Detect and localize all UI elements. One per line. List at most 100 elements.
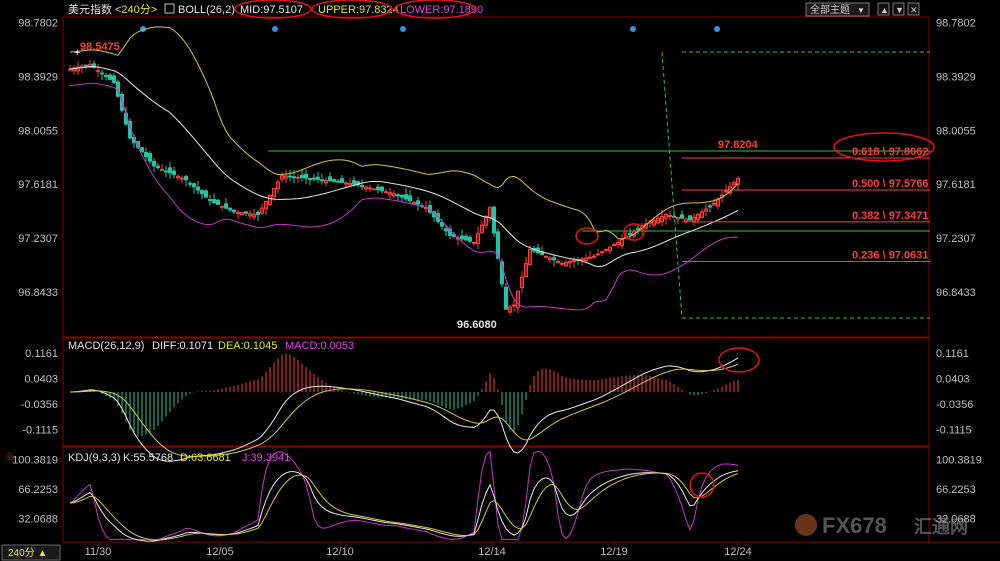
kdj-axis-label: 100.3819 bbox=[12, 455, 58, 467]
close-icon[interactable]: ✕ bbox=[907, 2, 920, 16]
arrow-down-icon[interactable]: ▼ bbox=[892, 2, 905, 16]
fib-level-label: 0.500 \ 97.5766 bbox=[852, 178, 928, 190]
macd-macd-value: MACD:0.0053 bbox=[285, 340, 354, 352]
boll-checkbox[interactable] bbox=[164, 3, 175, 14]
candle-body bbox=[332, 179, 336, 182]
macd-axis-label: 0.0403 bbox=[24, 373, 58, 385]
fib-level-label: 0.382 \ 97.3471 bbox=[852, 210, 928, 222]
candle-body bbox=[464, 235, 468, 241]
kdj-d-value: D:63.6681 bbox=[180, 452, 231, 464]
candle-body bbox=[304, 173, 308, 179]
watermark-cn: 汇通网 bbox=[914, 517, 968, 537]
price-axis-label: 98.0055 bbox=[18, 125, 58, 137]
fib-level-label: 0.236 \ 97.0631 bbox=[852, 249, 928, 261]
topics-button-label: 全部主题 bbox=[810, 3, 850, 16]
candle-body bbox=[316, 176, 320, 180]
candle-body bbox=[460, 235, 464, 240]
period-selector-label: 240分 ▲ bbox=[8, 547, 47, 559]
candle-body bbox=[560, 262, 564, 265]
event-markers bbox=[140, 26, 720, 32]
kdj-header: KDJ(9,3,3) K:55.5768 D:63.6681 J:39.3941 bbox=[68, 452, 290, 464]
candle-body bbox=[636, 227, 640, 230]
crosshair-icon[interactable]: ◎ bbox=[6, 451, 14, 461]
candle-body bbox=[380, 186, 384, 192]
macd-axis-label: -0.1115 bbox=[936, 425, 972, 437]
candle-body bbox=[184, 175, 188, 181]
candle-body bbox=[328, 176, 332, 182]
kdj-k-line bbox=[69, 470, 739, 542]
macd-indicator-label: MACD(26,12,9) bbox=[68, 340, 144, 352]
kdj-k-value: K:55.5768 bbox=[123, 452, 173, 464]
candle-body bbox=[288, 175, 292, 178]
boll-lower-value: LOWER:97.1890 bbox=[400, 4, 483, 16]
candle-body bbox=[612, 244, 616, 247]
candle-body bbox=[604, 248, 608, 251]
macd-axis-label: 0.0403 bbox=[936, 373, 970, 385]
candle-body bbox=[196, 186, 200, 191]
instrument-name: 美元指数 bbox=[68, 2, 112, 16]
candle-body bbox=[504, 286, 508, 310]
candle-body bbox=[416, 200, 420, 205]
high-price-label: 98.5475 bbox=[80, 41, 120, 53]
event-marker[interactable] bbox=[400, 26, 406, 32]
boll-indicator-label: BOLL(26,2) bbox=[178, 4, 235, 16]
period-selector[interactable]: 240分 ▲ bbox=[1, 544, 61, 561]
candle-body bbox=[200, 189, 204, 195]
candle-body bbox=[308, 178, 312, 181]
macd-panel-frame bbox=[62, 337, 930, 447]
macd-header: MACD(26,12,9) DIFF:0.1071 DEA:0.1045 MAC… bbox=[68, 340, 354, 352]
macd-axis-label: 0.1161 bbox=[936, 348, 969, 360]
candle-body bbox=[672, 215, 676, 218]
candle-body bbox=[628, 233, 632, 236]
candle-body bbox=[160, 168, 164, 171]
candle-body bbox=[144, 152, 148, 158]
candle-body bbox=[100, 72, 104, 75]
macd-axis-label: -0.0356 bbox=[21, 399, 58, 411]
macd-axis-label: -0.1115 bbox=[22, 425, 58, 437]
candle-body bbox=[400, 194, 404, 198]
candle-body bbox=[192, 183, 196, 188]
candle-body bbox=[96, 69, 100, 72]
x-date-label: 12/14 bbox=[478, 546, 506, 558]
candle-body bbox=[152, 160, 156, 167]
arrow-up-icon[interactable]: ▲ bbox=[877, 2, 890, 16]
candle-body bbox=[172, 170, 176, 176]
low-price-label: 96.6080 bbox=[457, 319, 497, 331]
topics-button[interactable]: 全部主题 ▼ bbox=[805, 2, 870, 17]
candle-body bbox=[472, 241, 476, 244]
candle-body bbox=[164, 170, 168, 173]
candle-body bbox=[108, 74, 112, 80]
candle-body bbox=[404, 193, 408, 200]
candle-body bbox=[224, 203, 228, 209]
recent-high-label: 97.8204 bbox=[718, 139, 759, 151]
event-marker[interactable] bbox=[714, 26, 720, 32]
candle-body bbox=[352, 180, 356, 185]
candle-body bbox=[292, 176, 296, 179]
candle-body bbox=[368, 187, 372, 190]
candle-body bbox=[312, 177, 316, 180]
x-date-label: 11/30 bbox=[85, 546, 112, 558]
candle-body bbox=[296, 176, 300, 179]
price-axis-label: 97.6181 bbox=[936, 179, 976, 191]
candle-body bbox=[444, 228, 448, 232]
kdj-plot bbox=[69, 450, 739, 542]
candle-body bbox=[320, 179, 324, 182]
price-axis-label: 98.7802 bbox=[18, 18, 58, 30]
macd-cross-circle bbox=[718, 347, 760, 373]
candle-body bbox=[440, 222, 444, 227]
macd-dea-value: DEA:0.1045 bbox=[218, 340, 277, 352]
event-marker[interactable] bbox=[630, 26, 636, 32]
candle-body bbox=[300, 174, 304, 179]
price-axis-label: 97.2307 bbox=[18, 233, 58, 245]
event-marker[interactable] bbox=[272, 26, 278, 32]
macd-axis: 0.1161 0.1161 0.0403 0.0403 -0.0356 -0.0356 -0… bbox=[21, 348, 974, 437]
price-axis-label: 98.7802 bbox=[936, 18, 976, 30]
candle-body bbox=[168, 167, 172, 174]
fx678-logo-icon bbox=[795, 514, 817, 536]
candle-body bbox=[344, 182, 348, 185]
svg-text:▲: ▲ bbox=[880, 5, 889, 15]
candle-body bbox=[204, 190, 208, 198]
x-axis: 11/30 12/05 12/10 12/14 12/19 12/24 bbox=[85, 542, 752, 558]
candle-body bbox=[140, 147, 144, 153]
candle-body bbox=[84, 64, 88, 67]
